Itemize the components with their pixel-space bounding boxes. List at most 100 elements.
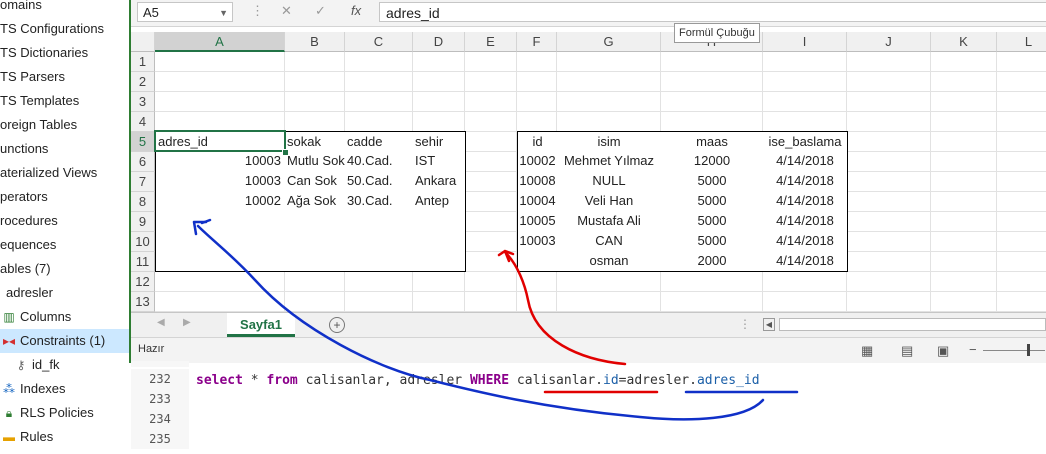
column-header[interactable]: G xyxy=(557,32,661,52)
tree-item[interactable]: ⁂ Indexes xyxy=(0,377,66,401)
scroll-left-icon[interactable]: ◀ xyxy=(763,318,775,331)
column-header[interactable]: J xyxy=(847,32,931,52)
add-sheet-icon[interactable]: + xyxy=(329,317,345,333)
table-cell[interactable]: 30.Cad. xyxy=(345,191,414,212)
tree-item[interactable]: ⚷ id_fk xyxy=(0,353,60,377)
table-cell[interactable]: 10003 xyxy=(155,171,286,192)
row-header[interactable]: 8 xyxy=(131,192,155,212)
table-cell[interactable]: Can Sok xyxy=(285,171,346,192)
column-header[interactable]: C xyxy=(345,32,413,52)
table-cell[interactable]: 10005 xyxy=(517,211,558,232)
table-cell[interactable]: Mustafa Ali xyxy=(557,211,662,232)
row-header[interactable]: 9 xyxy=(131,212,155,232)
table-cell[interactable] xyxy=(345,251,414,272)
table-cell[interactable] xyxy=(517,251,558,272)
tree-item[interactable]: ▬ Rules xyxy=(0,425,53,449)
table-cell[interactable]: 10002 xyxy=(155,191,286,212)
table-cell[interactable]: NULL xyxy=(557,171,662,192)
horizontal-scrollbar[interactable] xyxy=(779,318,1046,331)
zoom-out-icon[interactable]: − xyxy=(969,342,977,357)
fill-handle[interactable] xyxy=(282,149,289,156)
table-cell[interactable] xyxy=(413,251,466,272)
table-cell[interactable]: 10004 xyxy=(517,191,558,212)
table-cell[interactable]: 12000 xyxy=(661,151,764,172)
table-cell[interactable]: Veli Han xyxy=(557,191,662,212)
enter-icon[interactable]: ✓ xyxy=(315,3,326,19)
table-cell[interactable] xyxy=(155,251,286,272)
table-cell[interactable] xyxy=(413,211,466,232)
table-cell[interactable]: Ankara xyxy=(413,171,466,192)
row-header[interactable]: 12 xyxy=(131,272,155,292)
row-header[interactable]: 13 xyxy=(131,292,155,312)
row-header[interactable]: 6 xyxy=(131,152,155,172)
page-layout-icon[interactable]: ▤ xyxy=(901,343,913,359)
table-cell[interactable]: Ağa Sok xyxy=(285,191,346,212)
table-cell[interactable]: 4/14/2018 xyxy=(763,171,848,192)
tree-item[interactable]: TS Parsers xyxy=(0,65,65,89)
table-cell[interactable]: 50.Cad. xyxy=(345,171,414,192)
table-cell[interactable]: 10003 xyxy=(155,151,286,172)
tree-item[interactable]: oreign Tables xyxy=(0,113,77,137)
zoom-slider-thumb[interactable] xyxy=(1027,344,1030,356)
table-cell[interactable]: Mutlu Sok xyxy=(285,151,346,172)
table-cell[interactable]: 5000 xyxy=(661,191,764,212)
column-header[interactable]: B xyxy=(285,32,345,52)
tree-item[interactable]: ables (7) xyxy=(0,257,51,281)
cancel-icon[interactable]: ✕ xyxy=(281,3,292,19)
row-header[interactable]: 5 xyxy=(131,132,155,152)
row-header[interactable]: 3 xyxy=(131,92,155,112)
table-cell[interactable]: 5000 xyxy=(661,231,764,252)
table-cell[interactable] xyxy=(345,211,414,232)
table-header-cell[interactable]: cadde xyxy=(345,131,414,152)
table-header-cell[interactable]: sokak xyxy=(285,131,346,152)
table-cell[interactable]: 10002 xyxy=(517,151,558,172)
column-header[interactable]: F xyxy=(517,32,557,52)
table-cell[interactable]: 10008 xyxy=(517,171,558,192)
table-cell[interactable]: 4/14/2018 xyxy=(763,251,848,272)
table-cell[interactable]: CAN xyxy=(557,231,662,252)
column-header[interactable]: A xyxy=(155,32,285,52)
table-cell[interactable]: 40.Cad. xyxy=(345,151,414,172)
table-header-cell[interactable]: id xyxy=(517,131,558,152)
table-cell[interactable] xyxy=(285,251,346,272)
spreadsheet-grid[interactable]: ABCDEFGHIJKLM12345678910111213adres_idso… xyxy=(131,32,1046,312)
tree-item[interactable]: TS Dictionaries xyxy=(0,41,88,65)
table-cell[interactable] xyxy=(285,211,346,232)
table-cell[interactable]: 10003 xyxy=(517,231,558,252)
table-header-cell[interactable]: adres_id xyxy=(155,131,286,152)
table-header-cell[interactable]: maas xyxy=(661,131,764,152)
tree-item[interactable]: perators xyxy=(0,185,48,209)
column-header[interactable]: D xyxy=(413,32,465,52)
tree-item[interactable]: ▸◂ Constraints (1) xyxy=(0,329,129,353)
chevron-down-icon[interactable]: ▼ xyxy=(219,3,228,23)
name-box[interactable]: A5 ▼ xyxy=(137,2,233,22)
table-header-cell[interactable]: ise_baslama xyxy=(763,131,848,152)
table-cell[interactable]: Antep xyxy=(413,191,466,212)
table-cell[interactable] xyxy=(155,211,286,232)
column-header[interactable]: K xyxy=(931,32,997,52)
table-cell[interactable] xyxy=(285,231,346,252)
select-all-corner[interactable] xyxy=(131,32,155,52)
table-cell[interactable] xyxy=(155,231,286,252)
tree-item[interactable]: unctions xyxy=(0,137,48,161)
table-cell[interactable]: osman xyxy=(557,251,662,272)
table-cell[interactable]: 4/14/2018 xyxy=(763,191,848,212)
page-break-icon[interactable]: ▣ xyxy=(937,343,949,359)
sql-editor[interactable]: 232 233 234 235 select * from calisanlar… xyxy=(131,361,1046,454)
row-header[interactable]: 1 xyxy=(131,52,155,72)
column-header[interactable]: L xyxy=(997,32,1046,52)
sheet-tab[interactable]: Sayfa1 xyxy=(227,313,295,337)
tree-item[interactable]: omains xyxy=(0,0,42,17)
row-header[interactable]: 7 xyxy=(131,172,155,192)
row-header[interactable]: 2 xyxy=(131,72,155,92)
tree-item[interactable]: aterialized Views xyxy=(0,161,97,185)
tree-item[interactable]: TS Templates xyxy=(0,89,79,113)
normal-view-icon[interactable]: ▦ xyxy=(861,343,873,359)
table-cell[interactable]: 2000 xyxy=(661,251,764,272)
tree-item[interactable]: equences xyxy=(0,233,56,257)
table-header-cell[interactable]: sehir xyxy=(413,131,466,152)
function-icon[interactable]: fx xyxy=(351,3,361,18)
row-header[interactable]: 4 xyxy=(131,112,155,132)
tree-item[interactable]: rocedures xyxy=(0,209,58,233)
tree-item[interactable]: adresler xyxy=(0,281,53,305)
